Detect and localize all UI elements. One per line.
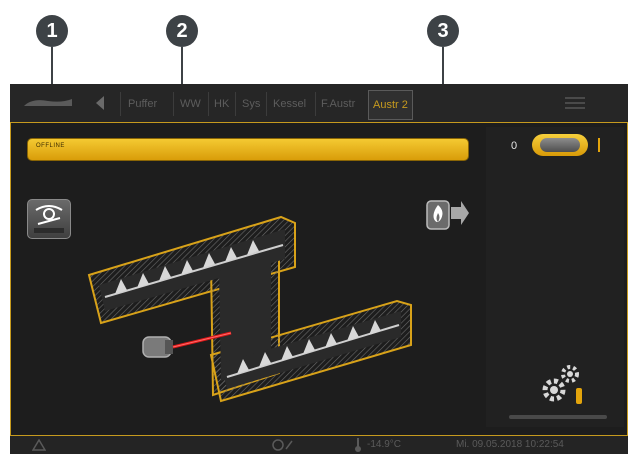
auger-diagram <box>87 215 412 403</box>
gears-icon[interactable] <box>536 360 588 408</box>
toggle-knob[interactable] <box>540 138 580 152</box>
callout-3: 3 <box>427 15 459 47</box>
bottom-status-bar: -14.9°C Mi. 09.05.2018 10:22:54 <box>10 436 628 454</box>
toggle-value-label: 0 <box>511 140 518 152</box>
temperature-readout: -14.9°C <box>367 439 402 450</box>
tab-separator <box>235 92 236 116</box>
tab-puffer[interactable]: Puffer <box>128 94 157 114</box>
menu-icon[interactable] <box>565 96 585 110</box>
tab-separator <box>120 92 121 116</box>
toggle-switch[interactable] <box>532 134 588 156</box>
tab-kessel[interactable]: Kessel <box>273 94 306 114</box>
main-panel: OFFLINE 0 <box>10 122 628 436</box>
eye-settings-button[interactable] <box>27 199 71 239</box>
status-bar: OFFLINE <box>27 138 469 161</box>
tab-hk[interactable]: HK <box>214 94 229 114</box>
toggle-indicator <box>598 138 600 152</box>
status-text: OFFLINE <box>36 143 65 149</box>
logo-icon[interactable] <box>22 96 74 110</box>
callout-2: 2 <box>166 15 198 47</box>
tab-sys[interactable]: Sys <box>242 94 260 114</box>
thermometer-icon <box>355 438 361 452</box>
back-arrow-icon[interactable] <box>94 95 106 111</box>
tab-separator <box>173 92 174 116</box>
eye-settings-icon <box>34 205 64 233</box>
tab-ww[interactable]: WW <box>180 94 201 114</box>
tab-separator <box>266 92 267 116</box>
tab-separator <box>315 92 316 116</box>
warning-icon[interactable] <box>32 439 46 451</box>
lock-icon[interactable] <box>272 439 294 451</box>
tab-bar: Puffer WW HK Sys Kessel F.Austr Austr 2 <box>10 84 628 123</box>
device-screen: Puffer WW HK Sys Kessel F.Austr Austr 2 … <box>10 84 628 454</box>
datetime-readout: Mi. 09.05.2018 10:22:54 <box>456 439 564 450</box>
panel-underline <box>509 415 607 419</box>
tab-f-austr[interactable]: F.Austr <box>321 94 355 114</box>
callout-1: 1 <box>36 15 68 47</box>
fire-arrow-icon[interactable] <box>425 193 469 233</box>
tab-austr-2[interactable]: Austr 2 <box>368 90 413 120</box>
tab-separator <box>208 92 209 116</box>
